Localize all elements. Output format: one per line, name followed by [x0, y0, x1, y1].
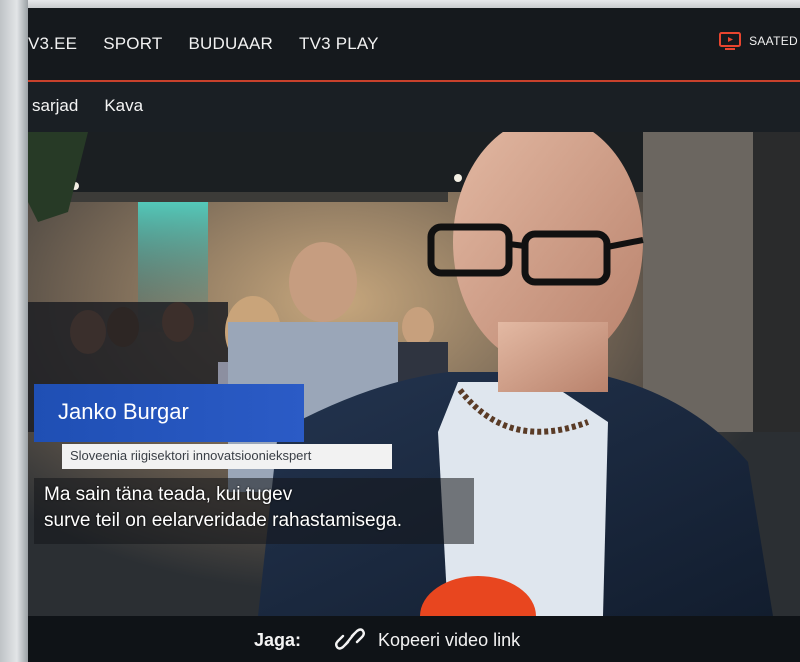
- sub-navigation: sarjad Kava: [28, 82, 800, 132]
- subnav-item-kava[interactable]: Kava: [104, 96, 143, 116]
- saated-link[interactable]: SAATED: [719, 32, 798, 50]
- monitor-bezel-top: [0, 0, 800, 8]
- subtitle-line-2: surve teil on eelarveridade rahastamiseg…: [44, 510, 403, 531]
- nav-item-buduaar[interactable]: BUDUAAR: [188, 34, 273, 54]
- video-player[interactable]: Janko Burgar Sloveenia riigisektori inno…: [28, 132, 800, 616]
- nav-item-tv3ee[interactable]: V3.EE: [28, 34, 77, 54]
- top-navigation: V3.EE SPORT BUDUAAR TV3 PLAY SAATED: [28, 8, 800, 82]
- saated-label: SAATED: [749, 34, 798, 48]
- lower-third-title-box: Sloveenia riigisektori innovatsioonieksp…: [62, 444, 392, 469]
- nav-item-tv3-play[interactable]: TV3 PLAY: [299, 34, 379, 54]
- speaker-name: Janko Burgar: [58, 399, 189, 424]
- share-label: Jaga:: [254, 630, 302, 650]
- monitor-bezel-left: [0, 0, 28, 662]
- speaker-title: Sloveenia riigisektori innovatsioonieksp…: [70, 448, 312, 463]
- subtitle-line-1: Ma sain täna teada, kui tugev: [44, 484, 293, 505]
- nav-item-sport[interactable]: SPORT: [103, 34, 162, 54]
- browser-screen: V3.EE SPORT BUDUAAR TV3 PLAY SAATED sarj…: [28, 8, 800, 662]
- share-bar: Jaga: Kopeeri video link: [28, 616, 800, 662]
- lower-third-name-box: Janko Burgar: [34, 384, 304, 442]
- link-icon[interactable]: [334, 626, 366, 652]
- tv-icon: [719, 32, 742, 50]
- copy-video-link[interactable]: Kopeeri video link: [378, 630, 520, 651]
- subnav-item-sarjad[interactable]: sarjad: [32, 96, 78, 116]
- main-menu: V3.EE SPORT BUDUAAR TV3 PLAY: [28, 34, 379, 54]
- subtitles: Ma sain täna teada, kui tugev surve teil…: [34, 478, 474, 544]
